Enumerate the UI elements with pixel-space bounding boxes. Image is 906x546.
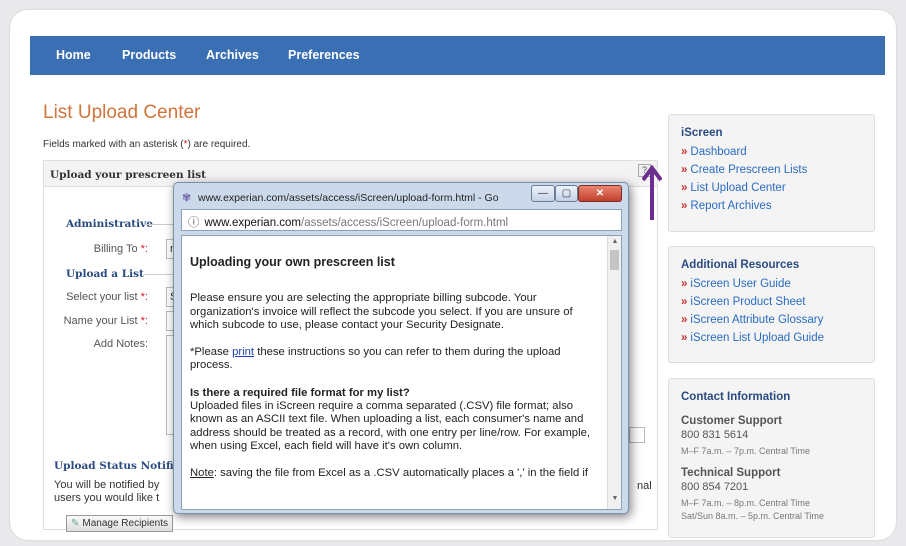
faq-answer: Uploaded files in iScreen require a comm… xyxy=(190,400,590,452)
customer-support-hours: M–F 7a.m. – 7p.m. Central Time xyxy=(681,446,811,456)
page-title: List Upload Center xyxy=(43,102,201,123)
note-label: Note xyxy=(190,467,214,480)
divider xyxy=(144,274,174,275)
resources-title: Additional Resources xyxy=(681,259,800,271)
address-bar[interactable]: ⓘ www.experian.com/assets/access/iScreen/… xyxy=(181,209,622,231)
address-path: /assets/access/iScreen/upload-form.html xyxy=(301,217,509,229)
minimize-button[interactable]: — xyxy=(531,185,555,202)
chevron-icon: » xyxy=(681,296,688,308)
select-list-label-text: Select your list xyxy=(66,291,138,303)
sidebar-resources: Additional Resources » iScreen User Guide… xyxy=(668,246,875,363)
required-asterisk: *: xyxy=(140,243,148,255)
popup-scrollbar[interactable]: ▲ ▼ xyxy=(607,236,621,509)
name-list-label-text: Name your List xyxy=(63,315,138,327)
chevron-icon: » xyxy=(681,314,688,326)
manage-recipients-label: Manage Recipients xyxy=(82,518,168,529)
tech-support-hours: M–F 7a.m. – 8p.m. Central Time xyxy=(681,498,811,508)
chevron-icon: » xyxy=(681,182,688,194)
required-asterisk: *: xyxy=(140,315,148,327)
print-link[interactable]: print xyxy=(232,346,254,358)
address-host: www.experian.com xyxy=(204,217,302,229)
chevron-icon: » xyxy=(681,164,688,176)
link-label: Dashboard xyxy=(690,146,747,158)
billing-paragraph: Please ensure you are selecting the appr… xyxy=(190,292,573,331)
popup-content: Uploading your own prescreen list Please… xyxy=(181,235,622,510)
nav-archives[interactable]: Archives xyxy=(206,48,259,62)
contact-title: Contact Information xyxy=(681,391,791,403)
link-report-archives[interactable]: » Report Archives xyxy=(681,197,874,215)
nav-products[interactable]: Products xyxy=(122,48,176,62)
link-upload-guide[interactable]: » iScreen List Upload Guide xyxy=(681,329,874,347)
edit-icon: ✎ xyxy=(71,518,80,529)
iscreen-title: iScreen xyxy=(681,127,723,139)
link-label: iScreen User Guide xyxy=(690,278,791,290)
nav-home[interactable]: Home xyxy=(56,48,91,62)
chevron-icon: » xyxy=(681,332,688,344)
info-icon: ⓘ xyxy=(188,217,200,229)
notes-resize[interactable] xyxy=(629,427,645,443)
status-line-2: users you would like t xyxy=(54,492,160,504)
link-label: Create Prescreen Lists xyxy=(690,164,808,176)
required-suffix: ) are required. xyxy=(187,139,251,150)
maximize-button[interactable]: ▢ xyxy=(555,185,578,202)
link-label: iScreen Product Sheet xyxy=(690,296,806,308)
print-paragraph: *Please print these instructions so you … xyxy=(190,346,595,373)
tech-support-phone: 800 854 7201 xyxy=(681,481,749,493)
link-user-guide[interactable]: » iScreen User Guide xyxy=(681,275,874,293)
link-label: iScreen List Upload Guide xyxy=(690,332,825,344)
chevron-icon: » xyxy=(681,278,688,290)
scroll-down-icon[interactable]: ▼ xyxy=(608,495,621,507)
link-dashboard[interactable]: » Dashboard xyxy=(681,143,874,161)
note-text: : saving the file from Excel as a .CSV a… xyxy=(213,467,589,480)
note-paragraph: Note: saving the file from Excel as a .C… xyxy=(190,467,595,480)
close-button[interactable]: ✕ xyxy=(578,185,622,202)
status-line-1: You will be notified by xyxy=(54,479,160,491)
link-label: Report Archives xyxy=(690,200,772,212)
popup-heading: Uploading your own prescreen list xyxy=(190,255,395,269)
billing-label: Billing To *: xyxy=(48,243,148,255)
link-label: iScreen Attribute Glossary xyxy=(690,314,824,326)
link-create-lists[interactable]: » Create Prescreen Lists xyxy=(681,161,874,179)
required-asterisk: *: xyxy=(140,291,148,303)
link-attribute-glossary[interactable]: » iScreen Attribute Glossary xyxy=(681,311,874,329)
tech-support-weekend: Sat/Sun 8a.m. – 5p.m. Central Time xyxy=(681,511,825,521)
arrow-up-icon xyxy=(642,165,662,220)
faq-question: Is there a required file format for my l… xyxy=(190,386,410,399)
manage-recipients-button[interactable]: ✎ Manage Recipients xyxy=(66,515,173,532)
tech-support-name: Technical Support xyxy=(681,467,781,479)
chevron-icon: » xyxy=(681,200,688,212)
chevron-icon: » xyxy=(681,146,688,158)
required-note: Fields marked with an asterisk (*) are r… xyxy=(43,139,250,150)
status-text: You will be notified by users you would … xyxy=(54,479,159,505)
print-pre: *Please xyxy=(190,346,233,359)
section-upload: Upload a List xyxy=(66,268,144,280)
nav-preferences[interactable]: Preferences xyxy=(288,48,360,62)
link-product-sheet[interactable]: » iScreen Product Sheet xyxy=(681,293,874,311)
status-text-tail: nal xyxy=(637,480,652,492)
popup-title: www.experian.com/assets/access/iScreen/u… xyxy=(198,192,498,204)
section-administrative: Administrative xyxy=(66,218,153,230)
scroll-thumb[interactable] xyxy=(610,250,619,270)
section-status: Upload Status Notificat xyxy=(54,460,192,472)
help-popup-window: ✾ www.experian.com/assets/access/iScreen… xyxy=(173,182,629,514)
sidebar-iscreen: iScreen » Dashboard » Create Prescreen Lis… xyxy=(668,114,875,232)
customer-support-name: Customer Support xyxy=(681,415,782,427)
sidebar-contact: Contact Information Customer Support 800… xyxy=(668,378,875,538)
notes-label: Add Notes: xyxy=(93,338,148,350)
scroll-up-icon[interactable]: ▲ xyxy=(608,238,621,250)
required-prefix: Fields marked with an asterisk ( xyxy=(43,139,184,150)
chrome-icon: ✾ xyxy=(182,192,192,204)
link-upload-center[interactable]: » List Upload Center xyxy=(681,179,874,197)
name-list-label: Name your List *: xyxy=(48,315,148,327)
select-list-label: Select your list *: xyxy=(48,291,148,303)
customer-support-phone: 800 831 5614 xyxy=(681,429,749,441)
link-label: List Upload Center xyxy=(690,182,786,194)
top-nav: Home Products Archives Preferences xyxy=(30,36,885,75)
billing-label-text: Billing To xyxy=(93,243,138,255)
divider xyxy=(144,224,174,225)
